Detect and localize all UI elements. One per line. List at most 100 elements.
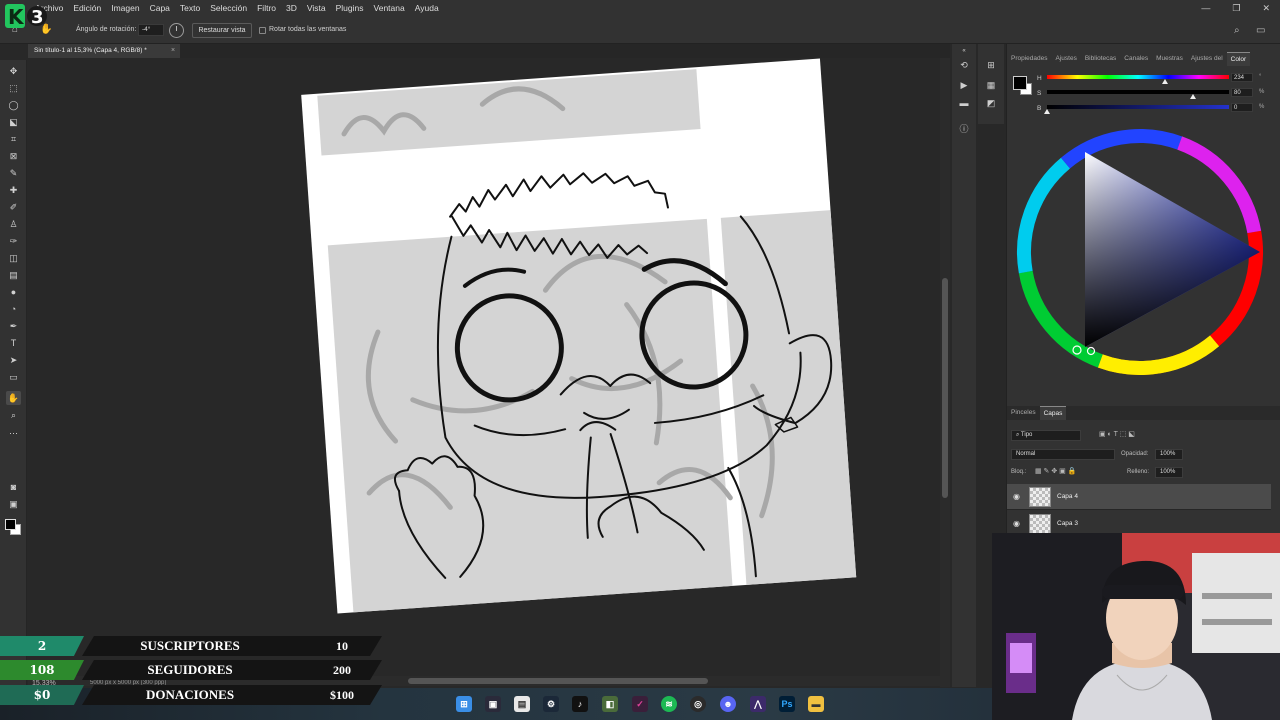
- canvas-area[interactable]: [28, 58, 940, 687]
- marquee-tool-icon[interactable]: ⬚: [6, 81, 21, 95]
- menu-ventana[interactable]: Ventana: [369, 3, 410, 13]
- history-panel-icon[interactable]: ⟲: [956, 58, 972, 72]
- folder-icon[interactable]: ▬: [808, 696, 824, 712]
- tab-muestras[interactable]: Muestras: [1152, 52, 1187, 66]
- gradient-tool-icon[interactable]: ▤: [6, 268, 21, 282]
- task-view-icon[interactable]: ▣: [485, 696, 501, 712]
- drawing-canvas[interactable]: [28, 58, 940, 687]
- document-tab-close-icon[interactable]: ×: [171, 44, 175, 58]
- brightness-slider[interactable]: [1047, 105, 1229, 109]
- restore-button[interactable]: ❐: [1232, 3, 1240, 14]
- obs-icon[interactable]: ◎: [690, 696, 706, 712]
- reset-view-button[interactable]: Restaurar vista: [192, 23, 252, 38]
- hue-slider[interactable]: [1047, 75, 1229, 79]
- menu-imagen[interactable]: Imagen: [106, 3, 144, 13]
- layer-visibility-eye-icon[interactable]: ◉: [1013, 492, 1020, 501]
- hand-tool-icon[interactable]: ✋: [6, 391, 21, 405]
- collapse-arrows-icon[interactable]: «: [956, 44, 972, 58]
- grid-panel-icon[interactable]: ▦: [983, 78, 999, 92]
- layer-visibility-eye-icon[interactable]: ◉: [1013, 519, 1020, 528]
- info-panel-icon[interactable]: ⓘ: [956, 122, 972, 136]
- menu-seleccion[interactable]: Selección: [205, 3, 252, 13]
- horizontal-scrollbar-thumb[interactable]: [408, 678, 708, 684]
- vertical-scrollbar[interactable]: [940, 58, 950, 687]
- more-tools-icon[interactable]: ⋯: [6, 426, 21, 440]
- tab-capas[interactable]: Capas: [1039, 406, 1067, 420]
- blur-tool-icon[interactable]: ●: [6, 285, 21, 299]
- saturation-slider[interactable]: [1047, 90, 1229, 94]
- lock-icons[interactable]: ▦ ✎ ✥ ▣ 🔒: [1035, 467, 1076, 475]
- history-brush-tool-icon[interactable]: ✑: [6, 234, 21, 248]
- color-wheel[interactable]: [1015, 122, 1265, 382]
- workspace-icon[interactable]: ▭: [1256, 25, 1265, 36]
- color-foreground-swatch[interactable]: [1013, 76, 1027, 90]
- spotify-icon[interactable]: ≋: [661, 696, 677, 712]
- tab-ajustes[interactable]: Ajustes: [1052, 52, 1081, 66]
- zoom-tool-icon[interactable]: ⌕: [6, 408, 21, 422]
- brightness-slider-knob[interactable]: [1044, 109, 1050, 114]
- navigator-panel-icon[interactable]: ◩: [983, 96, 999, 110]
- comments-panel-icon[interactable]: ▬: [956, 96, 972, 110]
- menu-capa[interactable]: Capa: [145, 3, 175, 13]
- windows-start-icon[interactable]: ⊞: [456, 696, 472, 712]
- brightness-value-input[interactable]: 0: [1231, 103, 1253, 112]
- quick-mask-icon[interactable]: ◙: [6, 480, 21, 494]
- stamp-tool-icon[interactable]: ♙: [6, 217, 21, 231]
- healing-brush-tool-icon[interactable]: ✚: [6, 183, 21, 197]
- actions-panel-icon[interactable]: ▶: [956, 78, 972, 92]
- tiktok-icon[interactable]: ♪: [572, 696, 588, 712]
- pen-tool-icon[interactable]: ✒: [6, 319, 21, 333]
- tab-canales[interactable]: Canales: [1120, 52, 1152, 66]
- rotate-all-checkbox[interactable]: [259, 27, 266, 34]
- steam-icon[interactable]: ⚙: [543, 696, 559, 712]
- editing-app-icon[interactable]: ⋀: [750, 696, 766, 712]
- object-select-tool-icon[interactable]: ⬕: [6, 115, 21, 129]
- menu-vista[interactable]: Vista: [302, 3, 331, 13]
- dodge-tool-icon[interactable]: ◔: [6, 302, 21, 316]
- tab-bibliotecas[interactable]: Bibliotecas: [1081, 52, 1120, 66]
- screen-mode-icon[interactable]: ▣: [6, 497, 21, 511]
- menu-texto[interactable]: Texto: [175, 3, 205, 13]
- tab-color[interactable]: Color: [1226, 52, 1251, 66]
- discord-icon[interactable]: ☻: [720, 696, 736, 712]
- eraser-tool-icon[interactable]: ◫: [6, 251, 21, 265]
- document-tab[interactable]: Sin título-1 al 15,3% (Capa 4, RGB/8) * …: [28, 44, 180, 58]
- brush-tool-icon[interactable]: ✐: [6, 200, 21, 214]
- saturation-slider-knob[interactable]: [1189, 94, 1196, 99]
- type-tool-icon[interactable]: T: [6, 336, 21, 350]
- menu-plugins[interactable]: Plugins: [331, 3, 369, 13]
- hue-slider-knob[interactable]: [1162, 79, 1169, 84]
- path-select-tool-icon[interactable]: ➤: [6, 353, 21, 367]
- menu-edicion[interactable]: Edición: [68, 3, 106, 13]
- menu-3d[interactable]: 3D: [281, 3, 302, 13]
- hue-value-input[interactable]: 234: [1231, 73, 1253, 82]
- file-explorer-icon[interactable]: ▤: [514, 696, 530, 712]
- vertical-scrollbar-thumb[interactable]: [942, 278, 948, 498]
- frame-tool-icon[interactable]: ⊠: [6, 149, 21, 163]
- eyedropper-tool-icon[interactable]: ✎: [6, 166, 21, 180]
- layer-filter-icons[interactable]: ▣ ◐ T ⬚ ⬕: [1099, 430, 1135, 438]
- close-button[interactable]: ✕: [1262, 3, 1270, 14]
- menu-ayuda[interactable]: Ayuda: [410, 3, 444, 13]
- lasso-tool-icon[interactable]: ◯: [6, 98, 21, 112]
- blend-mode-select[interactable]: Normal: [1011, 449, 1115, 460]
- saturation-value-input[interactable]: 80: [1231, 88, 1253, 97]
- rotation-angle-input[interactable]: -4°: [138, 24, 164, 36]
- rotation-dial[interactable]: [169, 23, 184, 38]
- fill-input[interactable]: 100%: [1155, 467, 1183, 478]
- shape-tool-icon[interactable]: ▭: [6, 370, 21, 384]
- minimize-button[interactable]: —: [1201, 3, 1210, 13]
- layer-row[interactable]: ◉ Capa 4: [1007, 484, 1271, 510]
- tab-ajustes-del[interactable]: Ajustes del: [1187, 52, 1227, 66]
- foreground-color-swatch[interactable]: [5, 519, 16, 530]
- layer-kind-filter[interactable]: ⌕ Tipo: [1011, 430, 1081, 441]
- app-icon[interactable]: ◧: [602, 696, 618, 712]
- tab-pinceles[interactable]: Pinceles: [1007, 406, 1040, 420]
- photoshop-icon[interactable]: Ps: [779, 696, 795, 712]
- menu-filtro[interactable]: Filtro: [252, 3, 281, 13]
- tool-presets-icon[interactable]: ⊞: [983, 58, 999, 72]
- move-tool-icon[interactable]: ✥: [6, 64, 21, 78]
- obs-app-icon[interactable]: ✓: [632, 696, 648, 712]
- opacity-input[interactable]: 100%: [1155, 449, 1183, 460]
- tab-propiedades[interactable]: Propiedades: [1007, 52, 1052, 66]
